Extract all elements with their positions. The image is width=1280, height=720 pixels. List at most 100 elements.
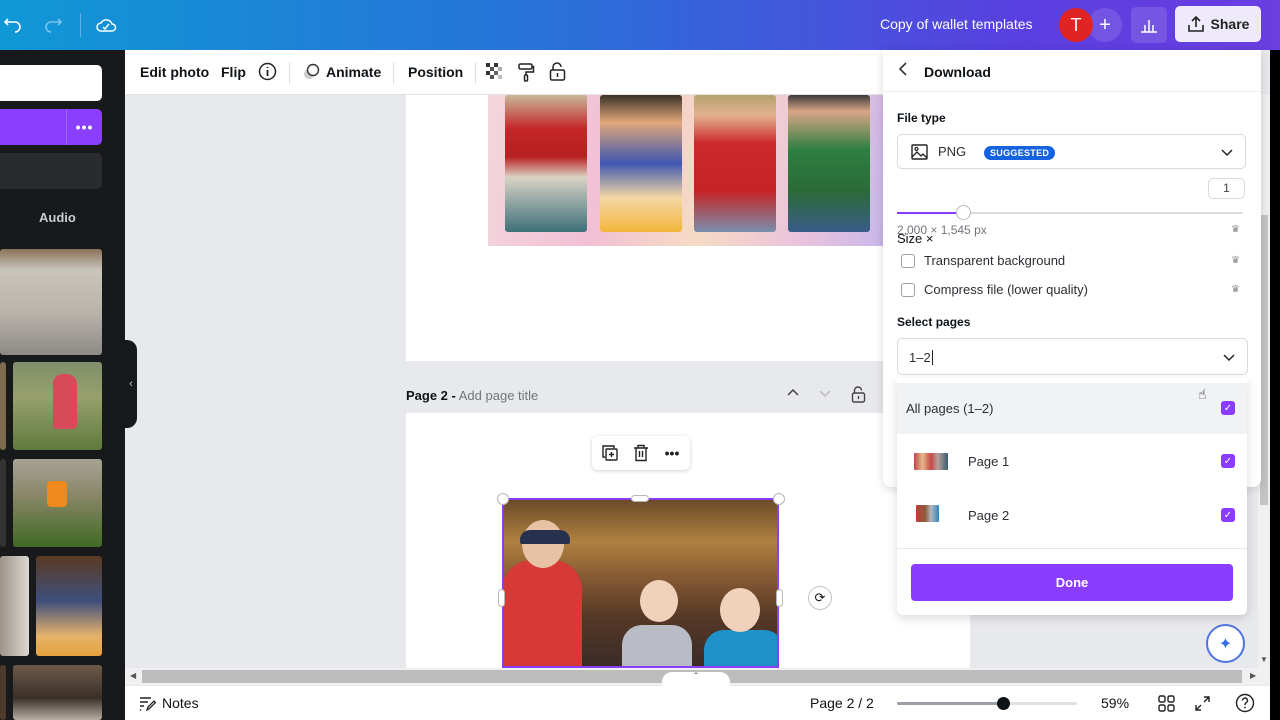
media-thumbnail[interactable] xyxy=(0,665,6,720)
option-checkbox[interactable]: ✓ xyxy=(1221,508,1235,522)
checkmark-icon: ✓ xyxy=(1223,455,1233,467)
info-icon xyxy=(258,62,277,81)
rotate-icon: ⟳ xyxy=(814,590,826,605)
media-thumbnail[interactable] xyxy=(0,362,6,450)
collapse-panel-handle[interactable]: ‹ xyxy=(125,340,137,428)
photo-detail xyxy=(504,560,582,666)
media-thumbnail[interactable] xyxy=(36,556,102,656)
image-icon xyxy=(911,144,928,160)
left-side-panel: ••• lf Audio xyxy=(0,50,125,720)
transparency-button[interactable] xyxy=(486,63,504,84)
page-indicator[interactable]: Page 2 / 2 xyxy=(810,695,874,711)
canvas-page-1[interactable] xyxy=(406,95,886,361)
size-slider-knob[interactable] xyxy=(955,205,971,220)
zoom-slider[interactable] xyxy=(897,697,1077,710)
document-title[interactable]: Copy of wallet templates xyxy=(880,16,1033,32)
vertical-scrollbar-thumb[interactable] xyxy=(1260,215,1268,505)
photo-frame[interactable] xyxy=(505,95,587,232)
context-toolbar: Edit photo Flip Animate Position xyxy=(125,50,885,95)
media-thumbnail[interactable] xyxy=(0,459,6,547)
trash-icon xyxy=(634,444,648,462)
zoom-percentage[interactable]: 59% xyxy=(1101,695,1129,711)
done-button[interactable]: Done xyxy=(911,564,1233,601)
media-thumbnail[interactable] xyxy=(13,362,102,450)
analytics-button[interactable] xyxy=(1131,7,1167,43)
download-panel-header: Download xyxy=(883,50,1261,92)
animate-button[interactable]: Animate xyxy=(303,63,381,81)
delete-button[interactable] xyxy=(632,444,650,462)
transparent-background-option[interactable]: Transparent background xyxy=(901,253,1065,268)
flip-button[interactable]: Flip xyxy=(221,64,246,80)
scroll-right-arrow[interactable]: ▶ xyxy=(1250,671,1256,680)
panel-secondary-button[interactable]: lf xyxy=(0,153,102,189)
size-slider[interactable] xyxy=(897,205,1243,220)
rotate-button[interactable]: ⟳ xyxy=(808,586,832,610)
select-pages-input[interactable]: 1–2 xyxy=(897,338,1248,375)
magic-assistant-button[interactable]: ✦ xyxy=(1206,624,1245,663)
move-page-down-button[interactable] xyxy=(818,386,832,403)
page-1-photo-strip[interactable] xyxy=(488,95,886,246)
resize-handle-left[interactable] xyxy=(498,589,505,607)
help-button[interactable] xyxy=(1235,693,1255,713)
user-avatar[interactable]: T xyxy=(1059,8,1093,42)
compress-file-checkbox[interactable] xyxy=(901,282,915,297)
photo-frame[interactable] xyxy=(694,95,776,232)
resize-handle-top-left[interactable] xyxy=(497,493,509,505)
element-floating-toolbar: ••• xyxy=(592,436,690,470)
option-all-pages[interactable]: All pages (1–2) ✓ xyxy=(897,383,1247,434)
more-options-button[interactable]: ••• xyxy=(663,444,681,462)
back-button[interactable] xyxy=(897,61,909,82)
move-page-up-button[interactable] xyxy=(786,386,800,403)
fullscreen-button[interactable] xyxy=(1192,693,1212,713)
toolbar-divider xyxy=(80,13,81,37)
info-button[interactable] xyxy=(258,62,277,84)
resize-handle-top[interactable] xyxy=(631,495,649,502)
resize-handle-top-right[interactable] xyxy=(773,493,785,505)
file-type-select[interactable]: PNG SUGGESTED xyxy=(897,134,1246,169)
panel-search-input[interactable] xyxy=(0,65,102,101)
undo-icon[interactable] xyxy=(0,13,24,37)
copy-style-button[interactable] xyxy=(517,63,535,85)
panel-primary-button[interactable]: ••• xyxy=(0,109,102,145)
photo-frame[interactable] xyxy=(600,95,682,232)
option-checkbox[interactable]: ✓ xyxy=(1221,401,1235,415)
duplicate-button[interactable] xyxy=(601,444,619,462)
scroll-left-arrow[interactable]: ◀ xyxy=(130,671,136,680)
page-title-input[interactable]: Add page title xyxy=(459,388,539,403)
option-page-2[interactable]: Page 2 ✓ xyxy=(897,488,1247,542)
media-thumbnail[interactable] xyxy=(0,249,102,355)
option-checkbox[interactable]: ✓ xyxy=(1221,454,1235,468)
share-button[interactable]: Share xyxy=(1175,6,1261,42)
selected-photo[interactable] xyxy=(502,498,779,668)
scroll-down-arrow[interactable]: ▼ xyxy=(1260,655,1268,664)
lock-button[interactable] xyxy=(549,62,566,85)
photo-detail xyxy=(520,530,570,544)
media-thumbnail[interactable] xyxy=(13,459,102,547)
position-button[interactable]: Position xyxy=(408,64,463,80)
cloud-saved-icon[interactable] xyxy=(94,13,118,37)
more-options-button[interactable]: ••• xyxy=(66,109,102,145)
transparent-background-checkbox[interactable] xyxy=(901,253,915,268)
tab-audio[interactable]: Audio xyxy=(39,210,76,225)
media-thumbnail[interactable] xyxy=(0,556,29,656)
media-thumbnail[interactable] xyxy=(13,665,102,720)
size-input[interactable]: 1 xyxy=(1208,178,1245,199)
option-page-1[interactable]: Page 1 ✓ xyxy=(897,434,1247,488)
add-collaborator-button[interactable]: + xyxy=(1088,8,1122,42)
file-type-label: File type xyxy=(897,111,946,125)
chevron-down-icon xyxy=(819,390,831,398)
paint-roller-icon xyxy=(518,63,535,82)
resize-handle-right[interactable] xyxy=(776,589,783,607)
grid-view-button[interactable] xyxy=(1156,693,1176,713)
dropdown-divider xyxy=(897,548,1247,549)
photo-detail xyxy=(720,588,760,632)
pro-crown-icon: ♛ xyxy=(1231,284,1240,295)
lock-page-button[interactable] xyxy=(851,386,866,407)
photo-frame[interactable] xyxy=(788,95,870,232)
expand-page-view-button[interactable]: ˆ xyxy=(662,672,730,686)
compress-file-option[interactable]: Compress file (lower quality) xyxy=(901,282,1088,297)
edit-photo-button[interactable]: Edit photo xyxy=(140,64,209,80)
redo-icon[interactable] xyxy=(42,13,66,37)
notes-button[interactable]: Notes xyxy=(139,695,199,711)
duplicate-icon xyxy=(602,445,618,461)
